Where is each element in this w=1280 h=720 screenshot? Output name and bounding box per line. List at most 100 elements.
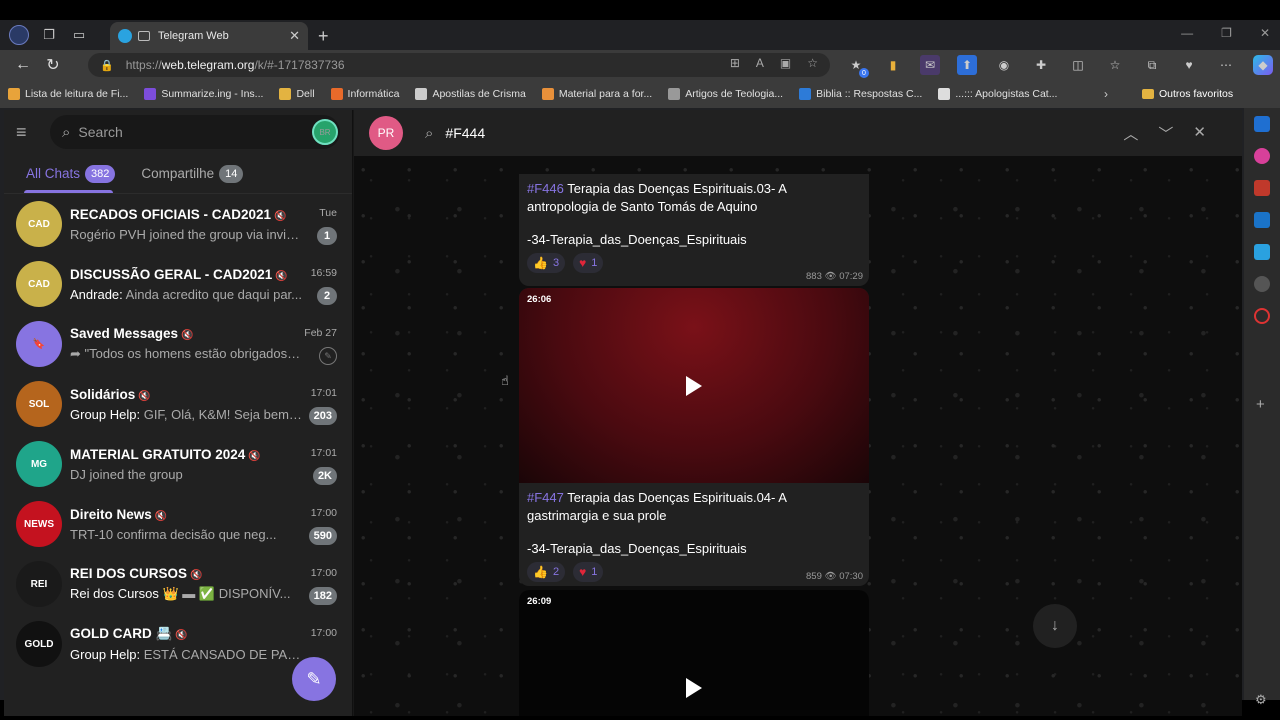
bookmark-item[interactable]: Material para a for... xyxy=(541,88,653,100)
tools-icon[interactable] xyxy=(1254,276,1270,292)
minimize-button[interactable]: — xyxy=(1181,26,1193,40)
reaction-heart[interactable]: ♥ 1 xyxy=(573,562,604,582)
tab-all-chats[interactable]: All Chats 382 xyxy=(26,164,116,183)
record-extension-icon[interactable]: ◉ xyxy=(994,55,1014,75)
immersive-reader-icon[interactable]: ▣ xyxy=(780,56,791,70)
back-button[interactable]: ← xyxy=(8,56,38,74)
chevron-down-icon[interactable]: ﹀ xyxy=(1158,123,1173,144)
reaction-like[interactable]: 👍 2 xyxy=(527,562,566,582)
office-icon[interactable] xyxy=(1254,180,1270,196)
telegram-app: ≡ ⌕ Search BR All Chats 382 Compartilhe … xyxy=(4,110,1242,716)
split-screen-icon[interactable]: ◫ xyxy=(1068,55,1088,75)
message-bubble[interactable]: 26:09 xyxy=(519,590,869,716)
workspaces-icon[interactable]: ❐ xyxy=(38,24,60,46)
scroll-down-button[interactable]: ↓ xyxy=(1033,604,1077,648)
tab-compartilhe[interactable]: Compartilhe 14 xyxy=(141,164,244,183)
games-icon[interactable] xyxy=(1254,244,1270,260)
search-icon: ⌕ xyxy=(425,124,434,142)
message-meta: 883 👁 07:29 xyxy=(806,271,863,282)
new-message-button[interactable]: ✎ xyxy=(292,657,336,701)
bookmark-item[interactable]: Informática xyxy=(330,88,399,100)
sidebar-settings-icon[interactable]: ⚙ xyxy=(1255,692,1267,708)
outlook-icon[interactable] xyxy=(1254,212,1270,228)
reaction-like[interactable]: 👍 3 xyxy=(527,253,566,273)
chat-list-item[interactable]: CAD DISCUSSÃO GERAL - CAD2021 🔇 Andrade: Ai… xyxy=(4,254,352,314)
new-tab-button[interactable]: + xyxy=(318,26,329,47)
chat-list-item[interactable]: CAD RECADOS OFICIAIS - CAD2021 🔇 Rogério PV… xyxy=(4,194,352,254)
chat-list-item[interactable]: NEWS Direito News 🔇 TRT-10 confirma decisão… xyxy=(4,494,352,554)
video-player[interactable]: 26:09 xyxy=(519,590,869,716)
lock-icon[interactable]: 🔒 xyxy=(100,59,114,72)
bookmark-favicon-icon xyxy=(8,88,20,100)
play-icon[interactable] xyxy=(686,376,702,396)
bookmark-item[interactable]: Biblia :: Respostas C... xyxy=(799,88,922,100)
bookmark-item[interactable]: Artigos de Teologia... xyxy=(668,88,783,100)
video-duration: 26:09 xyxy=(527,596,552,607)
puzzle-extensions-icon[interactable]: ✚ xyxy=(1031,55,1051,75)
profile-avatar[interactable] xyxy=(8,24,30,46)
shield-extension-icon[interactable]: ⬆ xyxy=(957,55,977,75)
chat-avatar: 🔖 xyxy=(16,321,62,367)
read-aloud-icon[interactable]: A xyxy=(756,56,764,70)
bookmark-favicon-icon xyxy=(330,88,343,100)
drop-icon[interactable] xyxy=(1254,308,1270,324)
message-bubble[interactable]: 26:06 #F447 Terapia das Doenças Espiritu… xyxy=(519,288,869,586)
chat-title-text: Direito News xyxy=(70,506,152,522)
message-hashtag[interactable]: #F447 xyxy=(527,490,564,505)
reload-button[interactable]: ↻ xyxy=(38,55,68,75)
favorites-extension-icon[interactable]: ★ 0 xyxy=(846,55,869,78)
profile-avatar[interactable]: BR xyxy=(312,119,338,145)
restore-button[interactable]: ❐ xyxy=(1221,26,1232,40)
thumbs-up-icon: 👍 xyxy=(533,565,548,579)
message-search-input[interactable]: ⌕ #F444 xyxy=(425,125,485,142)
search-placeholder: Search xyxy=(78,124,123,140)
reaction-heart[interactable]: ♥ 1 xyxy=(573,253,604,273)
play-icon[interactable] xyxy=(686,678,702,698)
close-icon[interactable]: ✕ xyxy=(1193,123,1206,144)
bookmark-item[interactable]: Summarize.ing - Ins... xyxy=(144,88,263,100)
copilot-icon[interactable]: ◆ xyxy=(1253,55,1273,75)
muted-icon: 🔇 xyxy=(175,630,188,641)
message-hashtag[interactable]: #F446 xyxy=(527,181,564,196)
bookmark-item[interactable]: Lista de leitura de Fi... xyxy=(8,88,128,100)
apps-icon[interactable]: ⊞ xyxy=(730,56,740,70)
video-player[interactable]: 26:06 xyxy=(519,288,869,483)
mail-extension-icon[interactable]: ✉ xyxy=(920,55,940,75)
collections-icon[interactable]: ⧉ xyxy=(1142,55,1162,75)
bookmark-item[interactable]: Apostilas de Crisma xyxy=(415,88,526,100)
other-favorites-folder[interactable]: Outros favoritos xyxy=(1142,80,1233,108)
chat-list-item[interactable]: SOL Solidários 🔇 Group Help: GIF, Olá, K&M!… xyxy=(4,374,352,434)
bookmark-item[interactable]: Dell xyxy=(279,88,315,100)
chat-title: REI DOS CURSOS 🔇 xyxy=(70,566,336,581)
menu-icon[interactable]: ≡ xyxy=(16,122,34,143)
chat-list-item[interactable]: MG MATERIAL GRATUITO 2024 🔇 DJ joined the g… xyxy=(4,434,352,494)
unread-badge: 2K xyxy=(312,467,337,485)
tab-actions-icon[interactable]: ▭ xyxy=(68,24,90,46)
chat-list-item[interactable]: REI REI DOS CURSOS 🔇 Rei dos Cursos 👑 ▬ ✅ D… xyxy=(4,554,352,614)
chevron-up-icon[interactable]: ︿ xyxy=(1123,123,1138,144)
tab-close-icon[interactable]: ✕ xyxy=(289,28,300,44)
message-bubble[interactable]: #F446 Terapia das Doenças Espirituais.03… xyxy=(519,174,869,286)
bookmarks-overflow-icon[interactable]: › xyxy=(1104,87,1108,101)
close-window-button[interactable]: ✕ xyxy=(1260,26,1270,40)
chat-preview: ➦ "Todos os homens estão obrigados a... xyxy=(70,346,302,362)
chat-list-item[interactable]: 🔖 Saved Messages 🔇 ➦ "Todos os homens estão… xyxy=(4,314,352,374)
search-sidebar-icon[interactable] xyxy=(1254,116,1270,132)
tab-telegram[interactable]: Telegram Web ✕ xyxy=(110,22,308,50)
add-sidebar-app-icon[interactable]: + xyxy=(1256,396,1265,413)
chat-body: Solidários 🔇 Group Help: GIF, Olá, K&M! Se… xyxy=(70,387,336,422)
bookmarks-bar: Lista de leitura de Fi... Summarize.ing -… xyxy=(0,80,1280,108)
favorite-star-icon[interactable]: ☆ xyxy=(807,56,818,70)
settings-more-icon[interactable]: ⋯ xyxy=(1216,55,1236,75)
address-bar[interactable]: 🔒 https://web.telegram.org/k/#-171783773… xyxy=(88,53,830,77)
message-meta: 859 👁 07:30 xyxy=(806,571,863,582)
browser-essentials-icon[interactable]: ♥ xyxy=(1179,55,1199,75)
chat-title-text: Solidários xyxy=(70,386,136,402)
chat-avatar[interactable]: PR xyxy=(369,116,403,150)
bookmark-extension-icon[interactable]: ▮ xyxy=(883,55,903,75)
bookmark-item[interactable]: ...::: Apologistas Cat... xyxy=(938,88,1057,100)
shopping-icon[interactable] xyxy=(1254,148,1270,164)
search-input[interactable]: ⌕ Search BR xyxy=(50,115,340,149)
favorites-icon[interactable]: ☆ xyxy=(1105,55,1125,75)
bookmark-label: Material para a for... xyxy=(558,88,653,100)
